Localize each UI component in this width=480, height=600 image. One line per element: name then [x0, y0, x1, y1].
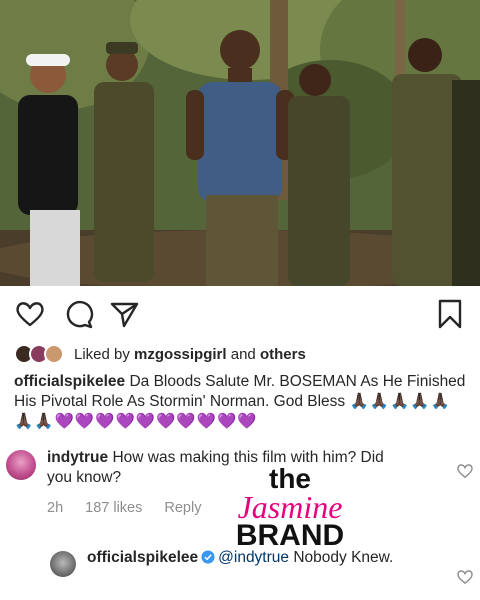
- reply-body: officialspikelee @indytrue Nobody Knew.: [87, 548, 407, 568]
- liked-by-and: and: [230, 345, 256, 363]
- comment-icon[interactable]: [62, 298, 94, 330]
- reply-text: Nobody Knew.: [293, 549, 394, 566]
- liked-by-row[interactable]: Liked by mzgossipgirl and others: [14, 343, 306, 365]
- liker-avatars: [14, 344, 66, 364]
- comment-time: 2h: [47, 500, 64, 516]
- avatar[interactable]: [6, 450, 36, 480]
- comment-heart-icon[interactable]: [456, 462, 474, 480]
- liked-by-others[interactable]: others: [260, 346, 306, 363]
- watermark-line2: Jasmine: [237, 489, 343, 525]
- post-actions: [14, 298, 466, 330]
- watermark-logo: the Jasmine BRAND: [220, 465, 360, 552]
- liked-by-prefix: Liked by: [74, 345, 130, 363]
- post-caption: officialspikelee Da Bloods Salute Mr. BO…: [14, 372, 466, 432]
- watermark-line3: BRAND: [235, 519, 345, 552]
- caption-author[interactable]: officialspikelee: [14, 373, 125, 390]
- comment-username[interactable]: indytrue: [47, 449, 108, 466]
- verified-badge-icon: [201, 550, 215, 564]
- liked-by-user[interactable]: mzgossipgirl: [134, 346, 227, 363]
- comment-likes[interactable]: 187 likes: [85, 500, 142, 516]
- bookmark-icon[interactable]: [434, 298, 466, 330]
- avatar[interactable]: [50, 551, 76, 577]
- reply-mention[interactable]: @indytrue: [218, 549, 289, 566]
- post-photo[interactable]: [0, 0, 480, 286]
- comment-meta: 2h 187 likes Reply: [47, 500, 201, 516]
- reply-button[interactable]: Reply: [164, 500, 201, 516]
- reply-username[interactable]: officialspikelee: [87, 549, 198, 566]
- heart-icon[interactable]: [14, 298, 46, 330]
- avatar: [44, 344, 64, 364]
- reply-heart-icon[interactable]: [456, 568, 474, 586]
- share-icon[interactable]: [108, 298, 140, 330]
